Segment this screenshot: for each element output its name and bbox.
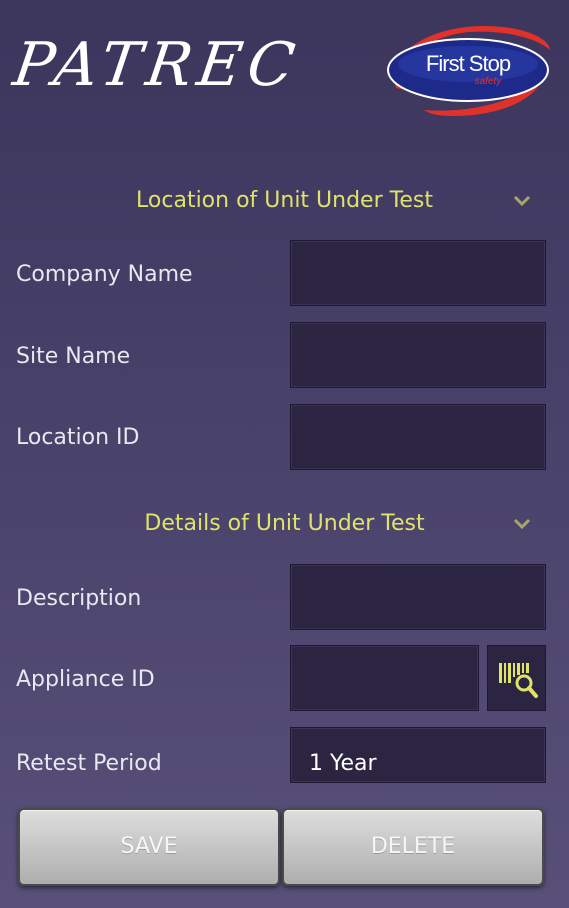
delete-button[interactable]: DELETE: [282, 808, 544, 886]
location-id-label: Location ID: [16, 425, 140, 450]
site-name-label: Site Name: [16, 344, 131, 369]
retest-period-select[interactable]: 1 Year: [290, 727, 546, 783]
barcode-scan-button[interactable]: [487, 645, 546, 711]
save-button[interactable]: SAVE: [18, 808, 280, 886]
logo-text-sub: safety: [475, 76, 503, 87]
chevron-down-icon[interactable]: [510, 191, 534, 211]
appliance-id-label: Appliance ID: [16, 667, 155, 692]
section-title-details: Details of Unit Under Test: [144, 511, 425, 536]
section-header-details[interactable]: Details of Unit Under Test: [0, 504, 569, 544]
retest-period-value: 1 Year: [309, 750, 377, 776]
company-name-label: Company Name: [16, 262, 193, 287]
location-id-input[interactable]: [290, 404, 546, 470]
first-stop-safety-logo: First Stop safety: [387, 26, 550, 116]
section-title-location: Location of Unit Under Test: [136, 188, 433, 213]
appliance-id-input[interactable]: [290, 645, 479, 711]
chevron-down-icon[interactable]: [510, 514, 534, 534]
site-name-input[interactable]: [290, 322, 546, 388]
description-label: Description: [16, 586, 142, 611]
section-header-location[interactable]: Location of Unit Under Test: [0, 181, 569, 221]
barcode-scan-icon: [499, 663, 538, 698]
logo-text-main: First Stop: [426, 51, 511, 76]
description-input[interactable]: [290, 564, 546, 630]
company-name-input[interactable]: [290, 240, 546, 306]
retest-period-label: Retest Period: [16, 751, 162, 776]
app-title: PATREC: [9, 30, 305, 100]
